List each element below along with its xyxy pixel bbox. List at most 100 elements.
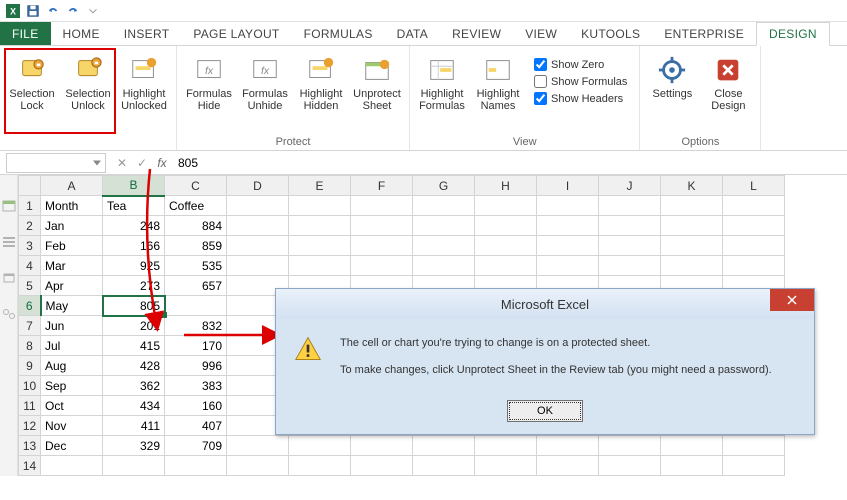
cell[interactable] <box>413 256 475 276</box>
cell[interactable] <box>289 256 351 276</box>
checkbox[interactable] <box>534 75 547 88</box>
cell[interactable] <box>661 236 723 256</box>
view-option-show-zero[interactable]: Show Zero <box>534 58 627 71</box>
cell[interactable]: 925 <box>103 256 165 276</box>
cell[interactable] <box>289 236 351 256</box>
row-header[interactable]: 4 <box>19 256 41 276</box>
cell[interactable] <box>599 436 661 456</box>
cell[interactable]: 201 <box>103 316 165 336</box>
pane-tab-icon[interactable] <box>2 199 16 213</box>
cell[interactable] <box>289 436 351 456</box>
cell[interactable]: 411 <box>103 416 165 436</box>
cell[interactable] <box>537 256 599 276</box>
cell[interactable]: Jan <box>41 216 103 236</box>
cell[interactable] <box>351 196 413 216</box>
cell[interactable] <box>165 456 227 476</box>
tab-insert[interactable]: INSERT <box>112 22 182 45</box>
cell[interactable] <box>227 456 289 476</box>
cell[interactable]: 248 <box>103 216 165 236</box>
cell[interactable]: 407 <box>165 416 227 436</box>
cell[interactable] <box>413 436 475 456</box>
cell[interactable] <box>599 456 661 476</box>
column-header[interactable]: D <box>227 176 289 196</box>
cell[interactable] <box>661 436 723 456</box>
column-header[interactable]: G <box>413 176 475 196</box>
dialog-close-button[interactable] <box>770 289 814 311</box>
cell[interactable] <box>723 236 785 256</box>
cell[interactable] <box>475 456 537 476</box>
row-header[interactable]: 12 <box>19 416 41 436</box>
cell[interactable] <box>475 196 537 216</box>
cell[interactable]: 362 <box>103 376 165 396</box>
row-header[interactable]: 13 <box>19 436 41 456</box>
highlight-formulas-button[interactable]: HighlightFormulas <box>416 50 468 116</box>
cell[interactable] <box>475 436 537 456</box>
cell[interactable] <box>227 436 289 456</box>
cell[interactable]: Jun <box>41 316 103 336</box>
tab-formulas[interactable]: FORMULAS <box>292 22 385 45</box>
excel-icon[interactable]: X <box>4 2 22 20</box>
cell[interactable]: 832 <box>165 316 227 336</box>
cell[interactable] <box>537 436 599 456</box>
cell[interactable]: Feb <box>41 236 103 256</box>
unprotect-sheet-button[interactable]: UnprotectSheet <box>351 50 403 116</box>
view-option-show-formulas[interactable]: Show Formulas <box>534 75 627 88</box>
selection-lock-button[interactable]: SelectionLock <box>6 50 58 116</box>
highlight-unlocked-button[interactable]: HighlightUnlocked <box>118 50 170 116</box>
formula-input[interactable] <box>172 153 847 173</box>
cell[interactable]: 996 <box>165 356 227 376</box>
cell[interactable]: 428 <box>103 356 165 376</box>
close-design-button[interactable]: CloseDesign <box>702 50 754 116</box>
cell[interactable]: Tea <box>103 196 165 216</box>
cell[interactable]: 805 <box>103 296 165 316</box>
cell[interactable]: 657 <box>165 276 227 296</box>
highlight-hidden-button[interactable]: HighlightHidden <box>295 50 347 116</box>
column-header[interactable]: I <box>537 176 599 196</box>
column-header[interactable]: J <box>599 176 661 196</box>
column-header[interactable]: F <box>351 176 413 196</box>
column-header[interactable]: C <box>165 176 227 196</box>
fx-icon[interactable]: fx <box>152 153 172 173</box>
selection-unlock-button[interactable]: SelectionUnlock <box>62 50 114 116</box>
cell[interactable]: Sep <box>41 376 103 396</box>
cell[interactable] <box>413 196 475 216</box>
cell[interactable] <box>289 456 351 476</box>
row-header[interactable]: 14 <box>19 456 41 476</box>
formulas-unhide-button[interactable]: fxFormulasUnhide <box>239 50 291 116</box>
cell[interactable] <box>475 216 537 236</box>
checkbox[interactable] <box>534 92 547 105</box>
row-header[interactable]: 10 <box>19 376 41 396</box>
cell[interactable] <box>599 196 661 216</box>
tab-file[interactable]: FILE <box>0 22 51 45</box>
cell[interactable]: 160 <box>165 396 227 416</box>
cell[interactable]: 329 <box>103 436 165 456</box>
cell[interactable] <box>289 216 351 236</box>
cell[interactable] <box>351 236 413 256</box>
cell[interactable] <box>723 196 785 216</box>
cell[interactable]: 859 <box>165 236 227 256</box>
cell[interactable] <box>599 236 661 256</box>
cell[interactable] <box>413 216 475 236</box>
select-all-corner[interactable] <box>19 176 41 196</box>
cell[interactable] <box>661 456 723 476</box>
cell[interactable] <box>723 436 785 456</box>
cell[interactable]: 166 <box>103 236 165 256</box>
cell[interactable]: May <box>41 296 103 316</box>
row-header[interactable]: 3 <box>19 236 41 256</box>
cell[interactable]: Month <box>41 196 103 216</box>
cell[interactable]: 884 <box>165 216 227 236</box>
cell[interactable]: 170 <box>165 336 227 356</box>
row-header[interactable]: 11 <box>19 396 41 416</box>
redo-icon[interactable] <box>64 2 82 20</box>
row-header[interactable]: 2 <box>19 216 41 236</box>
undo-icon[interactable] <box>44 2 62 20</box>
column-header[interactable]: E <box>289 176 351 196</box>
cell[interactable]: Oct <box>41 396 103 416</box>
cell[interactable] <box>599 256 661 276</box>
cell[interactable]: Nov <box>41 416 103 436</box>
cell[interactable] <box>723 256 785 276</box>
row-header[interactable]: 7 <box>19 316 41 336</box>
tab-view[interactable]: VIEW <box>513 22 569 45</box>
cell[interactable] <box>537 196 599 216</box>
cell[interactable]: 709 <box>165 436 227 456</box>
